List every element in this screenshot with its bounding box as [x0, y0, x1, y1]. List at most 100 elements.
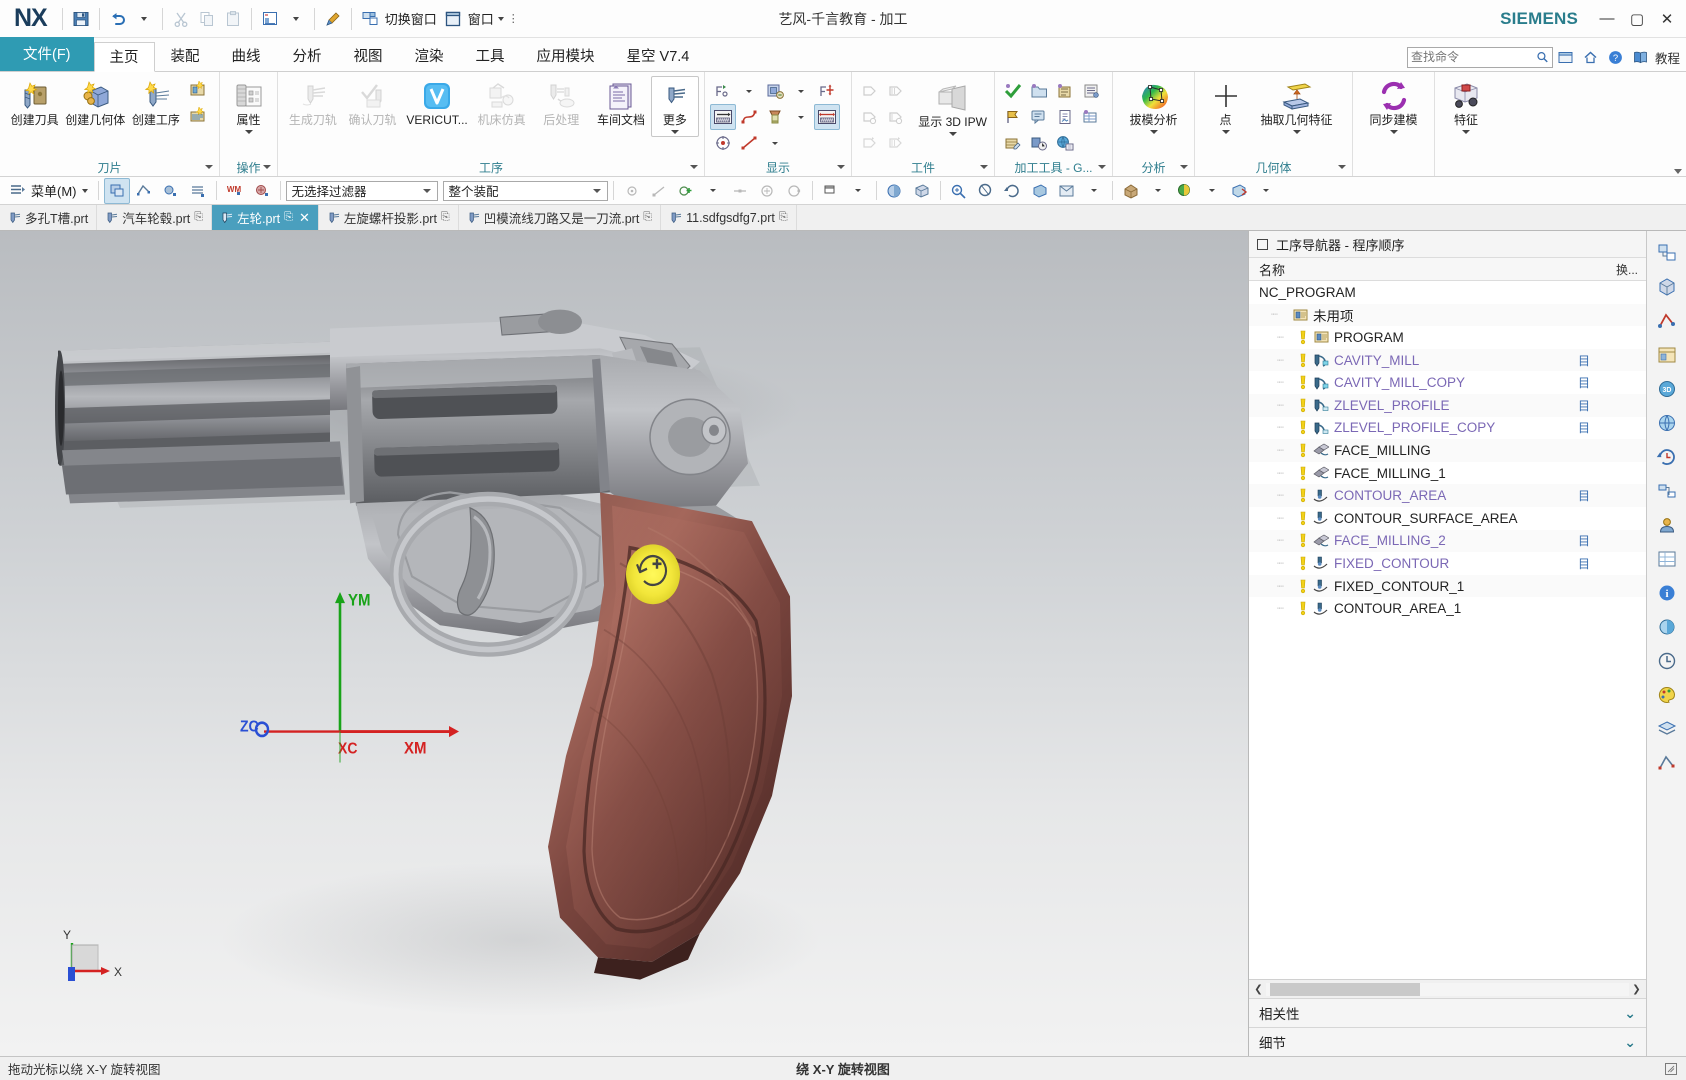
- snap-add-icon[interactable]: [673, 178, 699, 204]
- snap-dropdown-icon[interactable]: [700, 178, 726, 204]
- flag-icon[interactable]: [1000, 104, 1026, 130]
- tutorial-label[interactable]: 教程: [1655, 48, 1680, 67]
- scroll-left-arrow-icon[interactable]: ❮: [1251, 984, 1266, 995]
- rotate-icon[interactable]: [1000, 178, 1026, 204]
- view-style-icon[interactable]: [1054, 178, 1080, 204]
- edit-table-icon[interactable]: [1000, 130, 1026, 156]
- workpiece-3-icon[interactable]: [857, 104, 883, 130]
- layer-icon[interactable]: [818, 178, 844, 204]
- workpiece-6-icon[interactable]: [883, 130, 909, 156]
- ribbon-collapse-icon[interactable]: [1674, 169, 1682, 174]
- shop-documentation-button[interactable]: 车间文档: [591, 76, 651, 130]
- tree-row-cavity-mill[interactable]: ┈ CAVITY_MILL 目: [1249, 348, 1646, 372]
- machine-simulation-button[interactable]: 机床仿真: [472, 76, 532, 130]
- chevron-down-icon[interactable]: [592, 188, 601, 193]
- window-button[interactable]: 窗口 ⋮: [440, 6, 523, 32]
- view-style-dropdown-icon[interactable]: [1081, 178, 1107, 204]
- file-tab-2[interactable]: 左轮.prt ⎘ ✕: [212, 205, 319, 230]
- tree-row-face-milling-1[interactable]: ┈ FACE_MILLING_1: [1249, 462, 1646, 485]
- minimize-button[interactable]: —: [1592, 6, 1622, 32]
- show-3d-ipw-button[interactable]: 显示 3D IPW: [916, 78, 989, 139]
- tool-display-icon[interactable]: [762, 104, 788, 130]
- feature-button[interactable]: 特征: [1440, 76, 1492, 137]
- group-expand-icon[interactable]: [1338, 165, 1346, 169]
- wireframe-view-icon[interactable]: [909, 178, 935, 204]
- chevron-down-icon[interactable]: [422, 188, 431, 193]
- chevron-down-icon[interactable]: ⌄: [1624, 1005, 1636, 1022]
- window-dropdown-icon[interactable]: [497, 16, 504, 21]
- orient-view-icon[interactable]: [1027, 178, 1053, 204]
- zoom-icon[interactable]: [973, 178, 999, 204]
- system-materials-icon[interactable]: [1651, 543, 1683, 575]
- selection-scope-dropdown[interactable]: 整个装配: [442, 180, 608, 201]
- tab-home[interactable]: 主页: [93, 42, 155, 72]
- selection-filter-dropdown[interactable]: 无选择过滤器: [285, 180, 438, 201]
- workpiece-5-icon[interactable]: [857, 130, 883, 156]
- information-icon[interactable]: i: [1651, 577, 1683, 609]
- draft-analysis-dropdown-icon[interactable]: [1149, 130, 1158, 134]
- ipw-dropdown-icon[interactable]: [788, 78, 814, 104]
- tree-row-contour-surface-area[interactable]: ┈ CONTOUR_SURFACE_AREA: [1249, 507, 1646, 530]
- operation-tree[interactable]: NC_PROGRAM ┈ 未用项 ┈ PROGRAM ┈ CAVITY_MILL…: [1249, 281, 1646, 979]
- file-tab-4[interactable]: 凹模流线刀路又是一刀流.prt ⎘: [459, 205, 662, 230]
- create-program-icon[interactable]: [185, 76, 211, 102]
- view-icon[interactable]: [1651, 611, 1683, 643]
- hd3d-icon[interactable]: 3D: [1651, 373, 1683, 405]
- part-navigator-icon[interactable]: [1651, 271, 1683, 303]
- process-studio-icon[interactable]: [1651, 475, 1683, 507]
- tree-row-zlevel-profile[interactable]: ┈ ZLEVEL_PROFILE 目: [1249, 393, 1646, 417]
- point-button[interactable]: 点: [1203, 76, 1249, 137]
- toolpath-start-icon[interactable]: [710, 104, 736, 130]
- more-button[interactable]: 更多: [650, 76, 699, 137]
- properties-button[interactable]: 属性: [225, 76, 272, 137]
- select-point-icon[interactable]: [158, 178, 184, 204]
- switch-window-button[interactable]: 切换窗口: [357, 6, 440, 32]
- paint-icon[interactable]: [320, 6, 346, 32]
- assembly-navigator-icon[interactable]: [1651, 237, 1683, 269]
- generate-toolpath-button[interactable]: 生成刀轨: [283, 76, 343, 130]
- wcs-icon[interactable]: WM: [222, 178, 248, 204]
- create-tool-button[interactable]: 创建刀具: [5, 76, 64, 130]
- scroll-thumb[interactable]: [1270, 982, 1420, 996]
- layer-dropdown-icon[interactable]: [845, 178, 871, 204]
- select-face-icon[interactable]: [103, 177, 130, 204]
- scroll-trough[interactable]: [1266, 982, 1629, 996]
- color-dropdown-icon[interactable]: [1199, 178, 1225, 204]
- folder-tool-icon[interactable]: [1026, 78, 1052, 104]
- render-dropdown-icon[interactable]: [1145, 178, 1171, 204]
- cut-icon[interactable]: [168, 6, 194, 32]
- chat-icon[interactable]: [1026, 104, 1052, 130]
- feature-dropdown-icon[interactable]: [1462, 130, 1470, 134]
- move-object-icon[interactable]: [1226, 178, 1252, 204]
- tab-application[interactable]: 应用模块: [521, 41, 611, 71]
- curve-icon[interactable]: [736, 104, 762, 130]
- column-second[interactable]: 换...: [1616, 261, 1638, 278]
- properties-dropdown-icon[interactable]: [244, 130, 253, 134]
- save-icon[interactable]: [68, 6, 94, 32]
- display-move-icon[interactable]: [814, 78, 840, 104]
- group-expand-icon[interactable]: [205, 165, 213, 169]
- gear-tool-icon[interactable]: [1052, 78, 1078, 104]
- zoom-fit-icon[interactable]: [946, 178, 972, 204]
- menu-dropdown-icon[interactable]: [81, 188, 88, 193]
- window-restore-icon[interactable]: [1553, 46, 1578, 68]
- line-icon[interactable]: [736, 130, 762, 156]
- role-icon[interactable]: [1651, 509, 1683, 541]
- tree-row-contour-area[interactable]: ┈ CONTOUR_AREA 目: [1249, 484, 1646, 507]
- copy-icon[interactable]: [194, 6, 220, 32]
- search-command-box[interactable]: [1406, 46, 1553, 68]
- layout-dropdown-icon[interactable]: [283, 6, 309, 32]
- reuse-library-icon[interactable]: [1651, 339, 1683, 371]
- tree-row-fixed-contour-1[interactable]: ┈ FIXED_CONTOUR_1: [1249, 574, 1646, 598]
- table-icon[interactable]: [1078, 104, 1104, 130]
- draft-analysis-button[interactable]: 拔模分析: [1119, 76, 1189, 137]
- export-icon[interactable]: [1052, 130, 1078, 156]
- help-icon[interactable]: ?: [1603, 46, 1628, 68]
- select-edge-icon[interactable]: [131, 178, 157, 204]
- tool-dropdown-icon[interactable]: [788, 104, 814, 130]
- shaded-view-icon[interactable]: [882, 178, 908, 204]
- tab-analysis[interactable]: 分析: [277, 41, 338, 71]
- check-green-icon[interactable]: [1000, 78, 1026, 104]
- tree-row-cavity-mill-copy[interactable]: ┈ CAVITY_MILL_COPY 目: [1249, 371, 1646, 394]
- group-expand-icon[interactable]: [263, 165, 271, 169]
